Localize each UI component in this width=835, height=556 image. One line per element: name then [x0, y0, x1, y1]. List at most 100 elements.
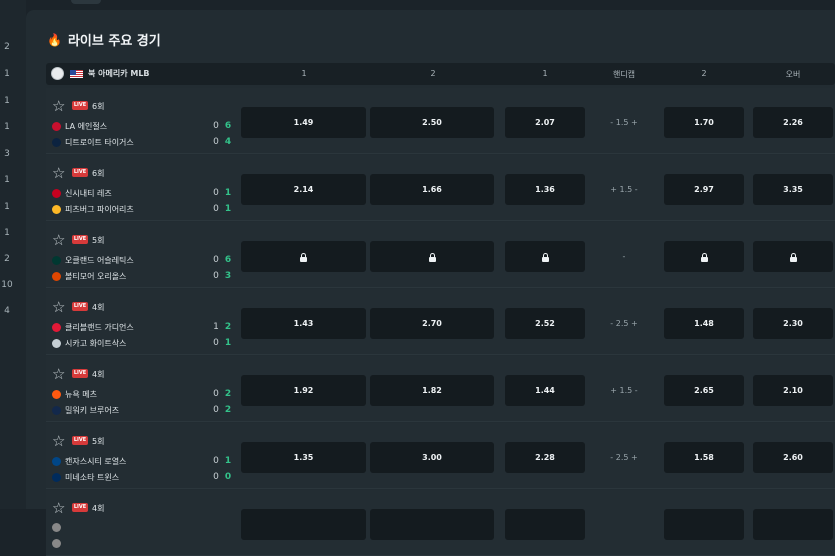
odds-button[interactable]: 2.60 — [753, 442, 833, 473]
league-header[interactable]: 북 아메리카 MLB 1 2 1 핸디캡 2 오버 — [46, 63, 835, 85]
score-period: 0 — [213, 472, 219, 482]
favorite-star-icon[interactable]: ☆ — [52, 233, 65, 248]
odds-button[interactable]: 2.26 — [753, 107, 833, 138]
top-tab[interactable] — [71, 0, 101, 4]
odds-button[interactable]: 1.66 — [370, 174, 494, 205]
odds-button[interactable]: 1.70 — [664, 107, 744, 138]
rail-count[interactable]: 1 — [0, 69, 14, 79]
odds-button[interactable]: 1.58 — [664, 442, 744, 473]
col-header-3: 1 — [542, 69, 548, 78]
odds-button-locked[interactable] — [664, 241, 744, 272]
odds-button[interactable]: 2.97 — [664, 174, 744, 205]
odds-button[interactable]: 2.07 — [505, 107, 585, 138]
col-header-1: 1 — [301, 69, 307, 78]
handicap-line: + 1.5 - — [610, 185, 638, 194]
odds-button-locked[interactable] — [505, 241, 585, 272]
team-logo-icon — [52, 272, 61, 281]
score-total: 2 — [224, 405, 232, 415]
rail-count[interactable]: 1 — [0, 122, 14, 132]
team-away: 미네소타 트윈스 — [52, 472, 119, 483]
odds-button[interactable]: 2.14 — [241, 174, 366, 205]
lock-icon — [428, 252, 436, 262]
team-logo-icon — [52, 390, 61, 399]
team-away: 피츠버그 파이어리츠 — [52, 204, 134, 215]
odds-button[interactable]: 3.35 — [753, 174, 833, 205]
team-name: 시카고 화이트삭스 — [65, 339, 127, 348]
odds-button[interactable]: 1.36 — [505, 174, 585, 205]
odds-button[interactable] — [664, 509, 744, 540]
odds-button-locked[interactable] — [370, 241, 494, 272]
odds-button[interactable]: 1.49 — [241, 107, 366, 138]
odds-button[interactable] — [505, 509, 585, 540]
handicap-line: - 2.5 + — [610, 319, 638, 328]
odds-button[interactable]: 2.52 — [505, 308, 585, 339]
rail-count[interactable]: 4 — [0, 306, 14, 316]
odds-button[interactable] — [241, 509, 366, 540]
inning-label: 6회 — [92, 102, 105, 111]
rail-count[interactable]: 1 — [0, 202, 14, 212]
odds-button[interactable]: 3.00 — [370, 442, 494, 473]
team-home: 클리블랜드 가디언스 — [52, 322, 134, 333]
score-total: 1 — [224, 456, 232, 466]
score-period: 0 — [213, 121, 219, 131]
team-name: 디트로이트 타이거스 — [65, 138, 134, 147]
odds-button[interactable]: 1.48 — [664, 308, 744, 339]
score-period: 0 — [213, 255, 219, 265]
match-row: ☆ LIVE 6회 LA 에인절스 0 6 디트로이트 타이거스 0 4 1.49 2.50 2.07… — [46, 88, 835, 154]
odds-button[interactable] — [753, 509, 833, 540]
inning-label: 5회 — [92, 236, 105, 245]
odds-button[interactable]: 2.70 — [370, 308, 494, 339]
handicap-line: - 2.5 + — [610, 453, 638, 462]
team-logo-icon — [52, 138, 61, 147]
team-name: 피츠버그 파이어리츠 — [65, 205, 134, 214]
odds-button[interactable]: 1.92 — [241, 375, 366, 406]
odds-button[interactable]: 2.28 — [505, 442, 585, 473]
team-away: 디트로이트 타이거스 — [52, 137, 134, 148]
team-name: 캔자스시티 로열스 — [65, 457, 127, 466]
score-total: 2 — [224, 389, 232, 399]
rail-count[interactable]: 1 — [0, 175, 14, 185]
rail-count[interactable]: 10 — [0, 280, 14, 290]
col-header-handicap: 핸디캡 — [612, 70, 636, 79]
favorite-star-icon[interactable]: ☆ — [52, 434, 65, 449]
odds-button-locked[interactable] — [241, 241, 366, 272]
rail-count[interactable]: 2 — [0, 254, 14, 264]
team-away — [52, 539, 65, 548]
team-logo-icon — [52, 122, 61, 131]
rail-count[interactable]: 3 — [0, 149, 14, 159]
odds-button[interactable]: 2.30 — [753, 308, 833, 339]
rail-count[interactable]: 1 — [0, 228, 14, 238]
team-home — [52, 523, 65, 532]
odds-button[interactable]: 1.82 — [370, 375, 494, 406]
odds-button[interactable]: 1.43 — [241, 308, 366, 339]
col-header-2: 2 — [430, 69, 436, 78]
handicap-line — [584, 509, 664, 540]
odds-button[interactable]: 1.35 — [241, 442, 366, 473]
team-logo-icon — [52, 406, 61, 415]
odds-button-locked[interactable] — [753, 241, 833, 272]
team-away: 밀워키 브루어즈 — [52, 405, 119, 416]
match-row: ☆ LIVE 4회 클리블랜드 가디언스 1 2 시카고 화이트삭스 0 1 1.43 2.70 2.… — [46, 289, 835, 355]
score-period: 0 — [213, 338, 219, 348]
score-total: 1 — [224, 188, 232, 198]
favorite-star-icon[interactable]: ☆ — [52, 99, 65, 114]
odds-button[interactable]: 1.44 — [505, 375, 585, 406]
odds-button[interactable]: 2.50 — [370, 107, 494, 138]
score-period: 0 — [213, 271, 219, 281]
score-period: 1 — [213, 322, 219, 332]
team-logo-icon — [52, 323, 61, 332]
rail-count[interactable]: 1 — [0, 96, 14, 106]
left-rail: 2 1 1 1 3 1 1 1 2 10 4 — [0, 0, 26, 509]
team-name: 밀워키 브루어즈 — [65, 406, 120, 415]
team-away: 볼티모어 오리올스 — [52, 271, 126, 282]
favorite-star-icon[interactable]: ☆ — [52, 300, 65, 315]
favorite-star-icon[interactable]: ☆ — [52, 166, 65, 181]
rail-count[interactable]: 2 — [0, 42, 14, 52]
live-badge: LIVE — [72, 436, 88, 445]
odds-button[interactable] — [370, 509, 494, 540]
odds-button[interactable]: 2.10 — [753, 375, 833, 406]
odds-button[interactable]: 2.65 — [664, 375, 744, 406]
score-total: 0 — [224, 472, 232, 482]
live-badge: LIVE — [72, 168, 88, 177]
favorite-star-icon[interactable]: ☆ — [52, 367, 65, 382]
